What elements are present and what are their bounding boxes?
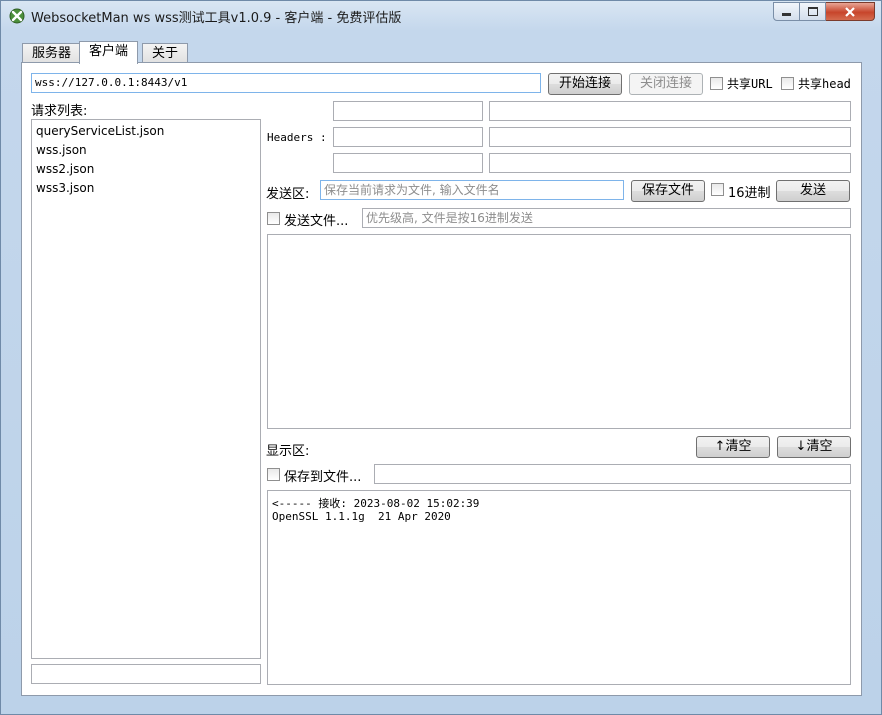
- display-area-label: 显示区:: [266, 444, 310, 459]
- share-url-label: 共享URL: [727, 77, 773, 91]
- tab-server[interactable]: 服务器: [22, 43, 82, 63]
- clear-send-button[interactable]: ↑清空: [696, 436, 770, 458]
- header-key-input-2[interactable]: [333, 127, 483, 147]
- send-button[interactable]: 发送: [776, 180, 850, 202]
- share-head-label: 共享head: [798, 77, 851, 91]
- request-list-title: 请求列表:: [31, 104, 88, 119]
- minimize-button[interactable]: [773, 2, 800, 21]
- tab-about[interactable]: 关于: [142, 43, 189, 63]
- client-panel: wss://127.0.0.1:8443/v1 开始连接 关闭连接 共享URL …: [21, 62, 862, 696]
- request-filter-input[interactable]: [31, 664, 261, 684]
- close-icon: [845, 6, 855, 17]
- save-file-button[interactable]: 保存文件: [631, 180, 705, 202]
- maximize-button[interactable]: [800, 2, 826, 21]
- save-to-file-input[interactable]: [374, 464, 851, 484]
- hex-label: 16进制: [728, 186, 771, 201]
- tab-client[interactable]: 客户端: [79, 41, 139, 64]
- list-item[interactable]: wss3.json: [36, 181, 94, 195]
- list-item[interactable]: queryServiceList.json: [36, 124, 164, 138]
- list-item[interactable]: wss2.json: [36, 162, 94, 176]
- header-key-input-1[interactable]: [333, 101, 483, 121]
- header-value-input-1[interactable]: [489, 101, 851, 121]
- disconnect-button[interactable]: 关闭连接: [629, 73, 703, 95]
- send-file-input[interactable]: 优先级高, 文件是按16进制发送: [362, 208, 851, 228]
- log-line: OpenSSL 1.1.1g 21 Apr 2020: [272, 510, 451, 523]
- close-button[interactable]: [826, 2, 875, 21]
- caption-buttons: [773, 2, 877, 22]
- header-value-input-3[interactable]: [489, 153, 851, 173]
- send-file-label: 发送文件...: [284, 214, 349, 229]
- request-list[interactable]: queryServiceList.json wss.json wss2.json…: [31, 119, 261, 659]
- minimize-icon: [782, 13, 791, 16]
- connect-button[interactable]: 开始连接: [548, 73, 622, 95]
- log-line: <----- 接收: 2023-08-02 15:02:39: [272, 497, 480, 510]
- share-head-checkbox[interactable]: [781, 77, 794, 90]
- hex-checkbox[interactable]: [711, 183, 724, 196]
- send-content-textarea[interactable]: [267, 234, 851, 429]
- clear-display-button[interactable]: ↓清空: [777, 436, 851, 458]
- header-key-input-3[interactable]: [333, 153, 483, 173]
- send-area-label: 发送区:: [266, 187, 310, 202]
- list-item[interactable]: wss.json: [36, 143, 87, 157]
- display-log[interactable]: <----- 接收: 2023-08-02 15:02:39 OpenSSL 1…: [267, 490, 851, 685]
- app-window: WebsocketMan ws wss测试工具v1.0.9 - 客户端 - 免费…: [0, 0, 882, 715]
- url-input[interactable]: wss://127.0.0.1:8443/v1: [31, 73, 541, 93]
- filename-input[interactable]: 保存当前请求为文件, 输入文件名: [320, 180, 624, 200]
- app-cross-icon: [9, 8, 25, 24]
- share-url-checkbox[interactable]: [710, 77, 723, 90]
- maximize-icon: [807, 7, 818, 16]
- send-file-checkbox[interactable]: [267, 212, 280, 225]
- header-value-input-2[interactable]: [489, 127, 851, 147]
- window-title: WebsocketMan ws wss测试工具v1.0.9 - 客户端 - 免费…: [31, 11, 402, 26]
- headers-label: Headers :: [267, 131, 327, 144]
- save-to-file-label: 保存到文件...: [284, 470, 362, 485]
- save-to-file-checkbox[interactable]: [267, 468, 280, 481]
